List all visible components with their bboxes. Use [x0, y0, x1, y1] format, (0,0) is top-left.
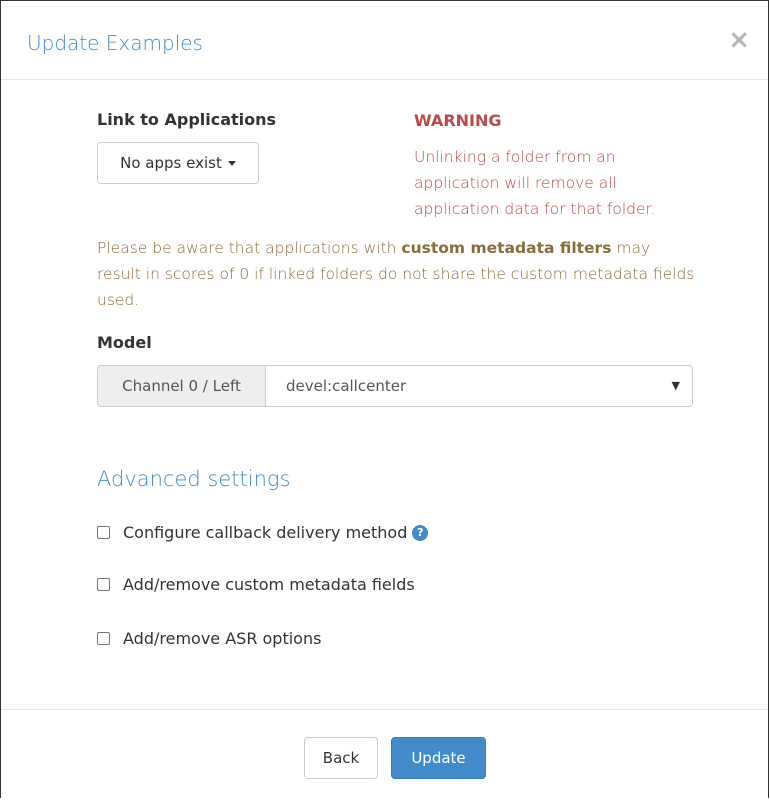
- notice-prefix: Please be aware that applications with: [97, 239, 402, 257]
- question-circle-icon[interactable]: ?: [412, 524, 429, 541]
- back-button[interactable]: Back: [304, 737, 378, 779]
- warning-title: WARNING: [414, 111, 502, 130]
- close-icon[interactable]: ×: [728, 27, 750, 53]
- metadata-filters-notice: Please be aware that applications with c…: [97, 235, 697, 313]
- asr-options-checkbox[interactable]: [97, 632, 110, 645]
- advanced-settings-title: Advanced settings: [97, 467, 291, 491]
- channel-addon: Channel 0 / Left: [98, 366, 266, 406]
- update-examples-modal: Update Examples × Link to Applications N…: [0, 0, 769, 798]
- option-label: Add/remove ASR options: [123, 629, 322, 648]
- update-button[interactable]: Update: [391, 737, 486, 779]
- apps-dropdown[interactable]: No apps exist: [97, 142, 259, 184]
- modal-footer: Back Update: [1, 709, 768, 801]
- option-asr[interactable]: Add/remove ASR options: [97, 629, 321, 648]
- callback-delivery-checkbox[interactable]: [97, 526, 110, 539]
- model-label: Model: [97, 333, 152, 352]
- model-select-value: devel:callcenter: [286, 377, 407, 395]
- option-label: Configure callback delivery method: [123, 523, 408, 542]
- apps-dropdown-value: No apps exist: [120, 154, 222, 172]
- model-input-group: Channel 0 / Left devel:callcenter ▼: [97, 365, 693, 407]
- caret-down-icon: [227, 160, 236, 166]
- modal-body: Link to Applications No apps exist WARNI…: [1, 80, 768, 710]
- modal-header: Update Examples ×: [1, 1, 768, 80]
- option-callback-delivery[interactable]: Configure callback delivery method ?: [97, 523, 429, 542]
- notice-emphasis: custom metadata filters: [401, 239, 612, 257]
- modal-title: Update Examples: [27, 31, 203, 55]
- option-label: Add/remove custom metadata fields: [123, 575, 415, 594]
- link-applications-label: Link to Applications: [97, 110, 277, 129]
- option-custom-metadata[interactable]: Add/remove custom metadata fields: [97, 575, 415, 594]
- warning-text: Unlinking a folder from an application w…: [414, 148, 656, 218]
- select-arrow-icon: ▼: [671, 379, 680, 392]
- model-select[interactable]: devel:callcenter ▼: [266, 366, 692, 406]
- custom-metadata-checkbox[interactable]: [97, 578, 110, 591]
